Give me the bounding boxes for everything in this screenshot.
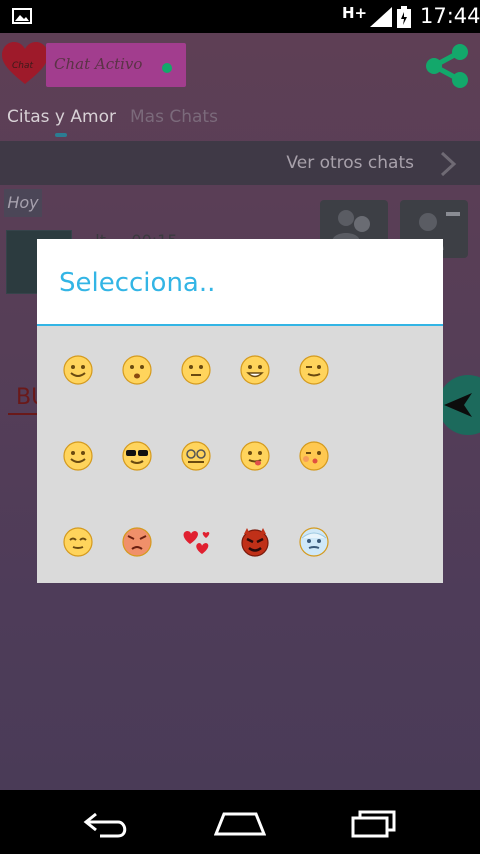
tab-indicator: [55, 133, 67, 137]
other-chats-label: Ver otros chats: [286, 153, 414, 173]
other-chats-bar[interactable]: Ver otros chats: [0, 141, 480, 185]
sleepy-emoji-icon: [63, 527, 93, 557]
emoji-option[interactable]: [112, 523, 162, 563]
emoji-option[interactable]: [53, 437, 103, 477]
nerd-emoji-icon: [181, 441, 211, 471]
recent-apps-icon[interactable]: [350, 810, 398, 838]
signal-icon: [370, 7, 392, 27]
dialog-divider: [37, 324, 443, 326]
logo-text: Chat: [12, 61, 34, 71]
share-icon[interactable]: [424, 43, 470, 89]
back-icon[interactable]: [82, 810, 132, 838]
devil-emoji-icon: [241, 528, 269, 557]
emoji-picker-dialog: Selecciona..: [37, 239, 443, 583]
home-icon[interactable]: [214, 812, 266, 836]
smile-emoji-icon: [63, 355, 93, 385]
app-header: Chat Chat Activo: [0, 33, 480, 93]
grin-emoji-icon: [240, 355, 270, 385]
wink-emoji-icon: [299, 355, 329, 385]
app-title: Chat Activo: [54, 55, 143, 73]
chevron-right-icon: [440, 151, 457, 177]
angry-emoji-icon: [122, 527, 152, 557]
dialog-title: Selecciona..: [59, 268, 216, 298]
active-chat-badge[interactable]: Chat Activo: [46, 43, 186, 87]
send-button[interactable]: [438, 375, 480, 435]
happy-emoji-icon: [63, 441, 93, 471]
dialog-header: Selecciona..: [37, 239, 443, 325]
emoji-option[interactable]: [230, 351, 280, 391]
emoji-option[interactable]: [53, 523, 103, 563]
emoji-option[interactable]: [230, 523, 280, 563]
day-label: Hoy: [4, 189, 42, 217]
network-type: H+: [342, 4, 368, 22]
tab-citas-y-amor[interactable]: Citas y Amor: [7, 107, 116, 127]
emoji-option[interactable]: [289, 437, 339, 477]
battery-icon: [397, 6, 411, 28]
neutral-emoji-icon: [181, 355, 211, 385]
send-icon: [444, 393, 472, 417]
emoji-option[interactable]: [53, 351, 103, 391]
status-bar: H+ 17:44: [0, 0, 480, 33]
emoji-option[interactable]: [171, 437, 221, 477]
online-indicator: [162, 63, 172, 73]
sunglasses-emoji-icon: [122, 441, 152, 471]
emoji-option[interactable]: [230, 437, 280, 477]
hearts-emoji-icon: [183, 531, 210, 554]
tab-mas-chats[interactable]: Mas Chats: [130, 107, 218, 127]
emoji-option[interactable]: [171, 351, 221, 391]
system-nav-bar: [0, 790, 480, 854]
emoji-option[interactable]: [112, 437, 162, 477]
cold-emoji-icon: [299, 527, 329, 557]
blush-emoji-icon: [122, 355, 152, 385]
gallery-notification-icon: [12, 8, 32, 24]
kiss-emoji-icon: [299, 441, 329, 471]
status-time: 17:44: [420, 4, 480, 28]
emoji-option[interactable]: [171, 523, 221, 563]
tab-bar: Citas y Amor Mas Chats: [0, 103, 480, 137]
emoji-option[interactable]: [112, 351, 162, 391]
tongue-emoji-icon: [240, 441, 270, 471]
emoji-option[interactable]: [289, 523, 339, 563]
emoji-option[interactable]: [289, 351, 339, 391]
